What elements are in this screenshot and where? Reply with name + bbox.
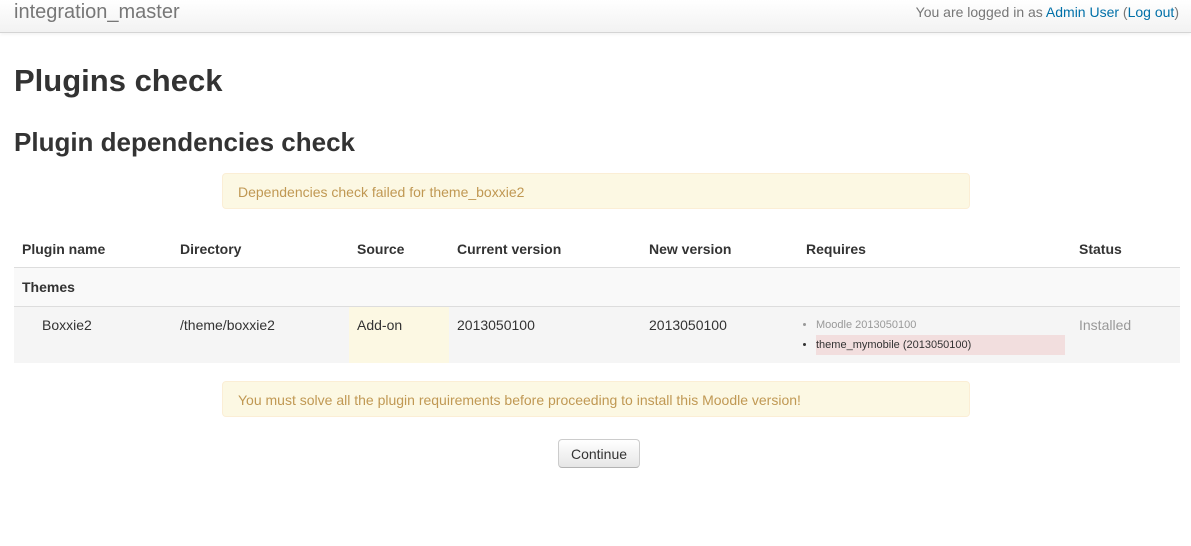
site-brand[interactable]: integration_master (14, 1, 180, 23)
plugins-table: Plugin name Directory Source Current ver… (14, 230, 1180, 363)
section-title: Plugin dependencies check (14, 127, 355, 157)
solve-requirements-alert: You must solve all the plugin requiremen… (222, 381, 970, 417)
header-source: Source (349, 230, 449, 268)
login-info: You are logged in as Admin User (Log out… (916, 3, 1179, 21)
continue-button[interactable]: Continue (558, 439, 640, 468)
plugin-directory-cell: /theme/boxxie2 (172, 306, 349, 363)
table-header-row: Plugin name Directory Source Current ver… (14, 230, 1180, 268)
table-row: Boxxie2 /theme/boxxie2 Add-on 2013050100… (14, 306, 1180, 363)
requirement-item-ok: Moodle 2013050100 (816, 315, 1065, 335)
header-requires: Requires (798, 230, 1071, 268)
plugin-name-cell: Boxxie2 (14, 306, 172, 363)
requirements-list: Moodle 2013050100 theme_mymobile (201305… (798, 307, 1071, 355)
logout-close-paren: ) (1174, 4, 1179, 20)
header-plugin-name: Plugin name (14, 230, 172, 268)
page-title: Plugins check (14, 63, 223, 98)
plugin-type-label: Themes (14, 267, 1180, 307)
header-current-version: Current version (449, 230, 641, 268)
logout-open-paren: ( (1119, 4, 1128, 20)
plugin-source-cell: Add-on (349, 306, 449, 363)
requirement-item-missing: theme_mymobile (2013050100) (816, 335, 1065, 355)
header-status: Status (1071, 230, 1180, 268)
logged-in-prefix: You are logged in as (915, 4, 1046, 20)
logout-link[interactable]: Log out (1128, 4, 1175, 20)
top-navbar: integration_master You are logged in as … (0, 0, 1191, 33)
plugin-current-version-cell: 2013050100 (449, 306, 641, 363)
plugin-status-cell: Installed (1071, 306, 1180, 363)
dependencies-failed-alert: Dependencies check failed for theme_boxx… (222, 173, 970, 209)
plugin-new-version-cell: 2013050100 (641, 306, 798, 363)
user-profile-link[interactable]: Admin User (1046, 4, 1119, 20)
header-directory: Directory (172, 230, 349, 268)
plugin-type-row: Themes (14, 267, 1180, 307)
plugin-requires-cell: Moodle 2013050100 theme_mymobile (201305… (798, 306, 1071, 363)
header-new-version: New version (641, 230, 798, 268)
